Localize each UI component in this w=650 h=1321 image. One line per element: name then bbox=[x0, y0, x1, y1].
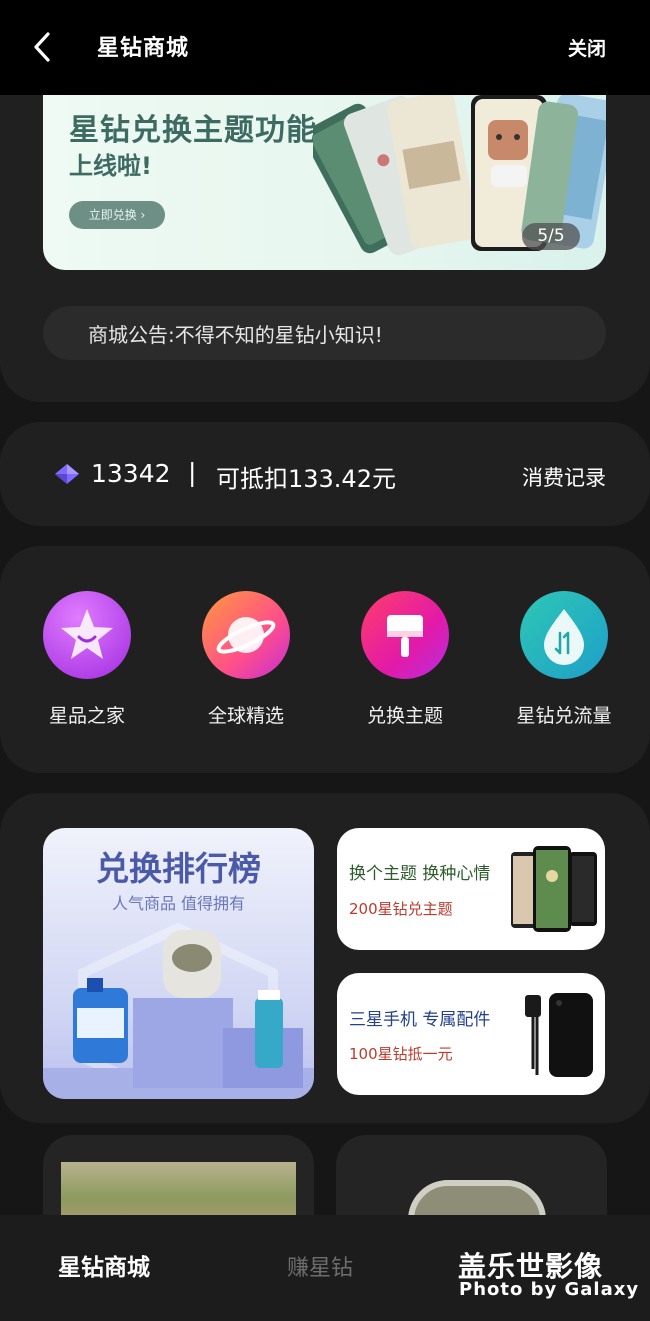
banner-subline: 上线啦! bbox=[69, 152, 152, 180]
theme-promo-tile[interactable]: 换个主题 换种心情 200星钻兑主题 bbox=[337, 828, 605, 950]
accessories-promo-tile[interactable]: 三星手机 专属配件 100星钻抵一元 bbox=[337, 973, 605, 1095]
ranking-title: 兑换排行榜 bbox=[96, 849, 261, 888]
ranking-subtitle: 人气商品 值得拥有 bbox=[111, 894, 246, 913]
back-arrow-icon[interactable] bbox=[30, 30, 56, 64]
star-icon bbox=[43, 591, 131, 679]
balance-card: 13342 | 可抵扣133.42元 消费记录 bbox=[0, 422, 650, 526]
banner-page-indicator: 5/5 bbox=[522, 223, 580, 250]
banner-headline: 星钻兑换主题功能 bbox=[69, 113, 317, 148]
bottom-navigation: 星钻商城 赚星钻 盖乐世影像 Photo by Galaxy bbox=[0, 1215, 650, 1321]
ranking-products-image bbox=[43, 922, 314, 1099]
category-label: 全球精选 bbox=[207, 705, 284, 727]
promo-banner[interactable]: 星钻兑换主题功能 上线啦! 立即兑换 › 5/5 bbox=[43, 95, 606, 270]
theme-promo-subtitle: 200星钻兑主题 bbox=[349, 900, 453, 918]
separator: | bbox=[188, 458, 197, 487]
close-button[interactable]: 关闭 bbox=[568, 34, 606, 61]
exchange-ranking-tile[interactable]: 兑换排行榜 人气商品 值得拥有 bbox=[43, 828, 314, 1099]
deduct-amount: 可抵扣133.42元 bbox=[216, 465, 396, 493]
theme-phones-image bbox=[511, 846, 597, 932]
tab-star-mall[interactable]: 星钻商城 bbox=[58, 1248, 150, 1282]
accessories-image bbox=[525, 993, 593, 1077]
diamond-icon bbox=[55, 464, 79, 484]
announcement-text: 商城公告:不得不知的星钻小知识! bbox=[88, 323, 383, 347]
category-label: 兑换主题 bbox=[366, 705, 443, 727]
accessories-promo-title: 三星手机 专属配件 bbox=[349, 1010, 491, 1030]
brush-icon bbox=[361, 591, 449, 679]
announcement-bar[interactable]: 商城公告:不得不知的星钻小知识! bbox=[43, 306, 606, 360]
redeem-now-button[interactable]: 立即兑换 › bbox=[69, 201, 165, 229]
theme-promo-title: 换个主题 换种心情 bbox=[349, 864, 491, 884]
tab-earn-stars[interactable]: 赚星钻 bbox=[287, 1250, 353, 1282]
category-label: 星钻兑流量 bbox=[516, 705, 612, 727]
category-label: 星品之家 bbox=[48, 705, 125, 727]
top-bar: 星钻商城 关闭 bbox=[0, 0, 650, 95]
planet-icon bbox=[202, 591, 290, 679]
drop-icon bbox=[520, 591, 608, 679]
points-value: 13342 bbox=[91, 459, 171, 488]
product-image bbox=[61, 1162, 296, 1222]
accessories-promo-subtitle: 100星钻抵一元 bbox=[349, 1045, 453, 1063]
consumption-records-link[interactable]: 消费记录 bbox=[522, 462, 606, 492]
page-title: 星钻商城 bbox=[97, 36, 190, 61]
watermark-subtitle: Photo by Galaxy bbox=[459, 1279, 640, 1300]
